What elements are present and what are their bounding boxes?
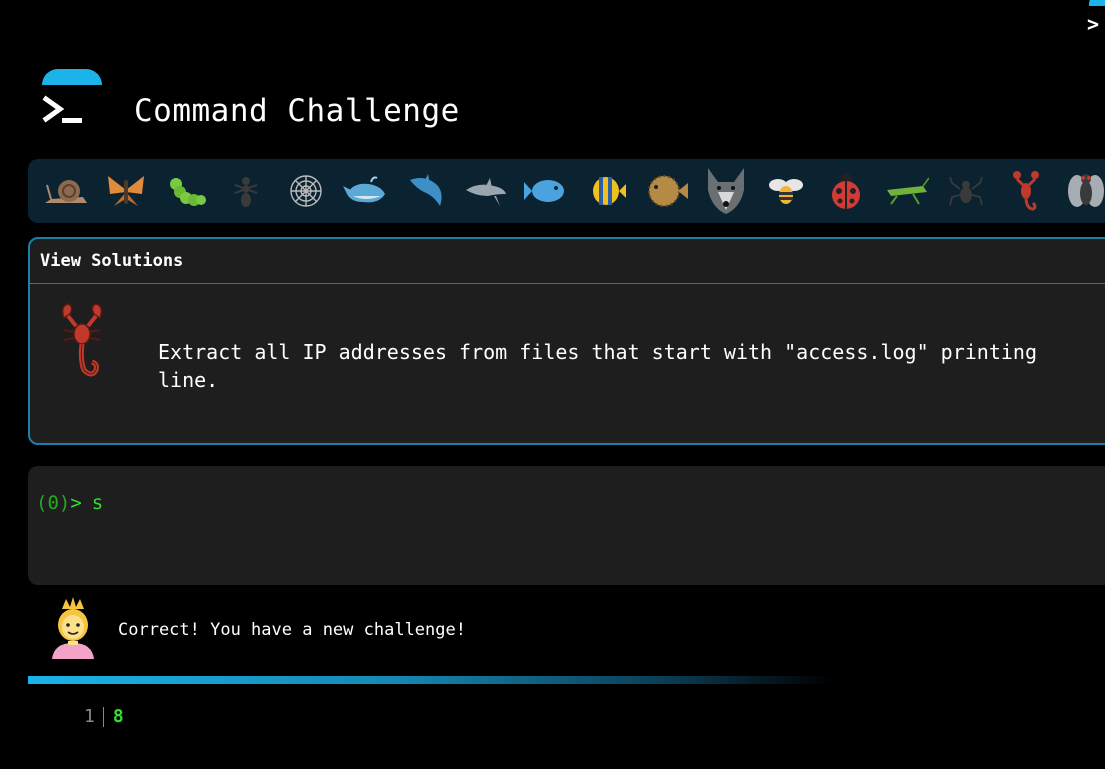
bee-icon[interactable]: [756, 164, 816, 218]
princess-icon: [48, 597, 98, 663]
exit-code: (0): [36, 492, 71, 514]
cricket-icon[interactable]: [876, 164, 936, 218]
tropical-fish-icon[interactable]: [576, 164, 636, 218]
prompt-line[interactable]: (0) > s: [36, 492, 103, 514]
ant-icon[interactable]: [216, 164, 276, 218]
page-title: Command Challenge: [134, 93, 460, 129]
snail-icon[interactable]: [36, 164, 96, 218]
animal-progress-bar: [28, 159, 1105, 223]
terminal[interactable]: (0) > s: [28, 466, 1105, 585]
scorpion-icon: [56, 300, 108, 384]
terminal-prompt-icon: [42, 95, 82, 123]
butterfly-icon[interactable]: [96, 164, 156, 218]
completed-count: 8: [112, 706, 124, 727]
score-divider: [102, 706, 104, 727]
challenge-body: Extract all IP addresses from files that…: [30, 284, 1105, 444]
fly-icon[interactable]: [1056, 164, 1105, 218]
command-input[interactable]: s: [92, 492, 103, 514]
ladybug-icon[interactable]: [816, 164, 876, 218]
challenge-panel: View Solutions Extract all IP addresses …: [28, 237, 1105, 445]
fish-icon[interactable]: [516, 164, 576, 218]
blowfish-icon[interactable]: [636, 164, 696, 218]
feedback-message: Correct! You have a new challenge!: [48, 597, 466, 663]
app-logo[interactable]: [40, 69, 104, 133]
prompt-icon: >: [1087, 12, 1100, 36]
dolphin-icon[interactable]: [396, 164, 456, 218]
spider-web-icon[interactable]: [276, 164, 336, 218]
wolf-icon[interactable]: [696, 164, 756, 218]
view-solutions-toggle[interactable]: View Solutions: [30, 239, 1105, 284]
score: 1 8: [84, 706, 124, 727]
level-number: 1: [84, 706, 95, 727]
corner-logo-cap: [1089, 0, 1105, 6]
whale-icon[interactable]: [336, 164, 396, 218]
feedback-text: Correct! You have a new challenge!: [118, 620, 466, 640]
challenge-description: Extract all IP addresses from files that…: [158, 340, 1037, 392]
caterpillar-icon[interactable]: [156, 164, 216, 218]
corner-logo[interactable]: >: [1087, 0, 1105, 40]
prompt-symbol: >: [70, 492, 82, 514]
header: Command Challenge: [40, 66, 460, 136]
scorpion-icon[interactable]: [996, 164, 1056, 218]
logo-cap: [42, 69, 102, 85]
dolphin-icon[interactable]: [456, 164, 516, 218]
spider-icon[interactable]: [936, 164, 996, 218]
progress-bar: [28, 676, 833, 684]
